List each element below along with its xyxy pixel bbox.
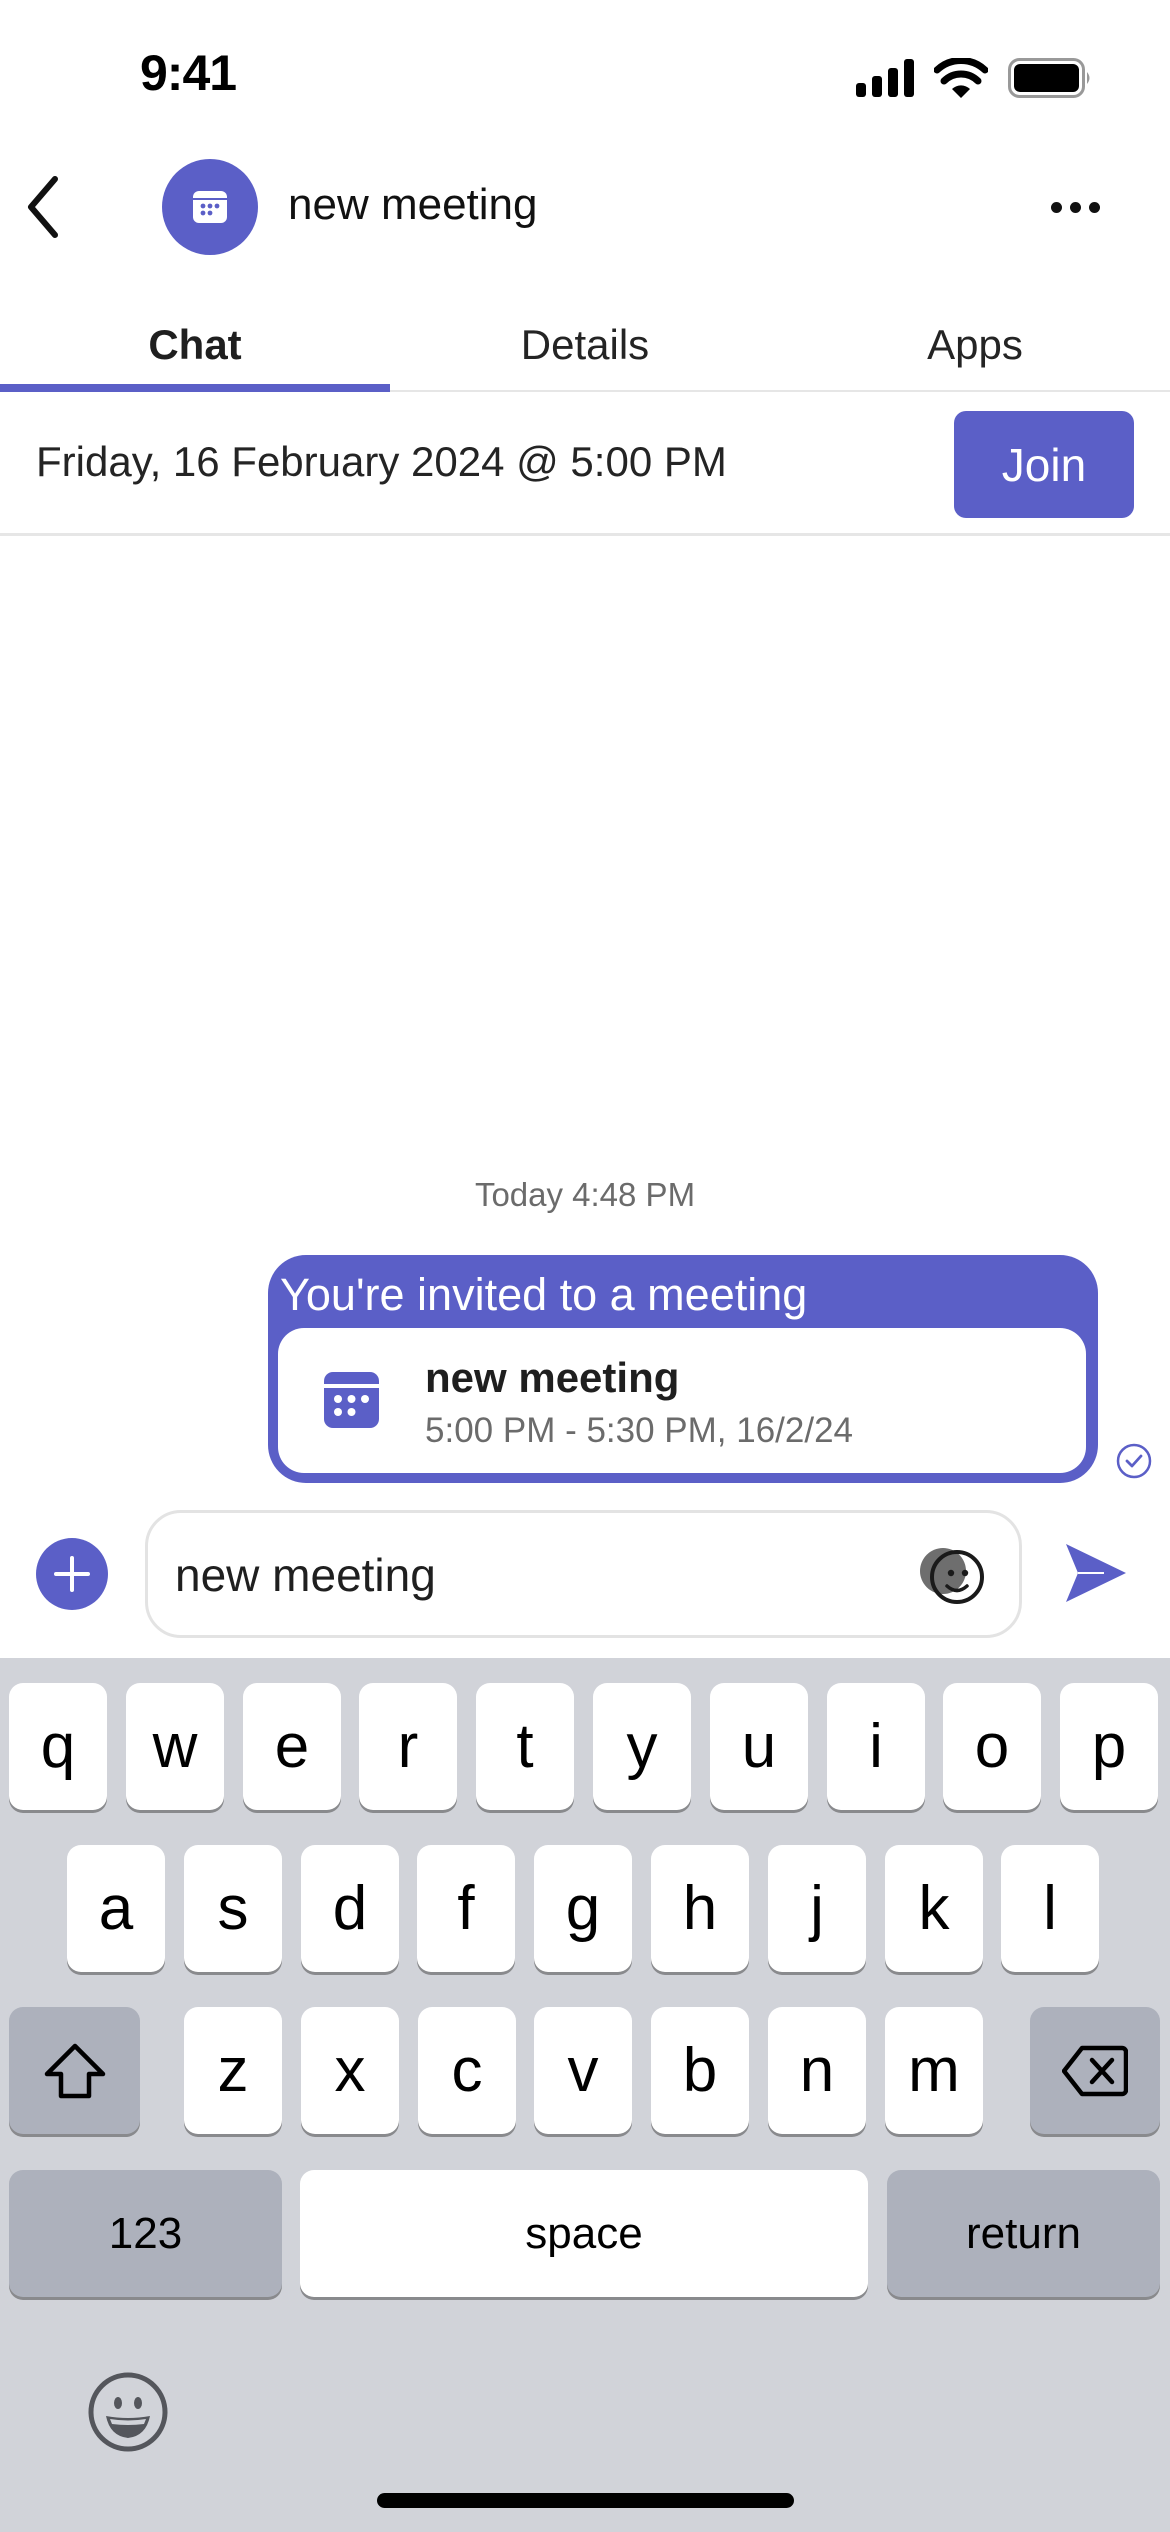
- tab-chat[interactable]: Chat: [0, 300, 390, 392]
- key-g[interactable]: g: [534, 1845, 632, 1972]
- shift-key[interactable]: [9, 2007, 140, 2134]
- tab-bar: Chat Details Apps: [0, 300, 1170, 392]
- shift-icon: [44, 2043, 105, 2098]
- key-n[interactable]: n: [768, 2007, 866, 2134]
- send-button[interactable]: [1060, 1540, 1130, 1606]
- key-w[interactable]: w: [126, 1683, 224, 1810]
- invite-heading: You're invited to a meeting: [280, 1269, 808, 1320]
- compose-box: [145, 1510, 1022, 1638]
- invite-card-title: new meeting: [425, 1354, 680, 1401]
- send-icon: [1066, 1544, 1126, 1602]
- calendar-icon: [193, 191, 227, 223]
- invite-card-time: 5:00 PM - 5:30 PM, 16/2/24: [425, 1411, 854, 1450]
- key-j[interactable]: j: [768, 1845, 866, 1972]
- key-p[interactable]: p: [1060, 1683, 1158, 1810]
- key-f[interactable]: f: [417, 1845, 515, 1972]
- home-indicator[interactable]: [377, 2493, 794, 2508]
- emoji-picker-icon: [920, 1548, 984, 1604]
- message-timestamp: Today 4:48 PM: [474, 1176, 696, 1213]
- chat-title[interactable]: new meeting: [288, 180, 537, 230]
- return-key[interactable]: return: [887, 2170, 1160, 2297]
- key-v[interactable]: v: [534, 2007, 632, 2134]
- join-button[interactable]: Join: [954, 411, 1134, 518]
- battery-icon: [1008, 58, 1090, 98]
- key-x[interactable]: x: [301, 2007, 399, 2134]
- key-l[interactable]: l: [1001, 1845, 1099, 1972]
- key-b[interactable]: b: [651, 2007, 749, 2134]
- delete-key[interactable]: [1030, 2007, 1160, 2134]
- key-c[interactable]: c: [418, 2007, 516, 2134]
- message-bubble[interactable]: You're invited to a meeting new meeting …: [268, 1255, 1098, 1483]
- backspace-icon: [1062, 2045, 1128, 2096]
- back-button[interactable]: [18, 172, 68, 242]
- read-receipt-check-icon: [1116, 1443, 1152, 1479]
- message-input[interactable]: [175, 1537, 875, 1613]
- meeting-date: Friday, 16 February 2024 @ 5:00 PM: [36, 438, 727, 485]
- tab-apps[interactable]: Apps: [780, 300, 1170, 390]
- key-d[interactable]: d: [301, 1845, 399, 1972]
- emoji-keyboard-icon: [88, 2372, 168, 2452]
- key-o[interactable]: o: [943, 1683, 1041, 1810]
- meeting-info-bar: Friday, 16 February 2024 @ 5:00 PM Join: [0, 394, 1170, 536]
- space-key[interactable]: space: [300, 2170, 868, 2297]
- tab-details[interactable]: Details: [390, 300, 780, 390]
- key-q[interactable]: q: [9, 1683, 107, 1810]
- key-e[interactable]: e: [243, 1683, 341, 1810]
- emoji-picker-button[interactable]: [913, 1537, 993, 1617]
- numbers-key[interactable]: 123: [9, 2170, 282, 2297]
- key-r[interactable]: r: [359, 1683, 457, 1810]
- key-t[interactable]: t: [476, 1683, 574, 1810]
- key-k[interactable]: k: [885, 1845, 983, 1972]
- more-options-button[interactable]: [1040, 185, 1110, 229]
- key-m[interactable]: m: [885, 2007, 983, 2134]
- meeting-invite-card[interactable]: new meeting 5:00 PM - 5:30 PM, 16/2/24: [278, 1328, 1086, 1473]
- key-y[interactable]: y: [593, 1683, 691, 1810]
- key-h[interactable]: h: [651, 1845, 749, 1972]
- plus-icon: [54, 1556, 90, 1592]
- wifi-icon: [934, 58, 988, 98]
- status-time: 9:41: [140, 45, 237, 101]
- keyboard: qwertyuiop asdfghjkl zxcvbnm 123 space r…: [0, 1658, 1170, 2532]
- key-s[interactable]: s: [184, 1845, 282, 1972]
- chevron-left-icon: [28, 176, 58, 238]
- cellular-signal-icon: [856, 59, 914, 97]
- add-attachment-button[interactable]: [36, 1538, 108, 1610]
- calendar-icon: [324, 1372, 379, 1428]
- key-z[interactable]: z: [184, 2007, 282, 2134]
- key-i[interactable]: i: [827, 1683, 925, 1810]
- emoji-keyboard-button[interactable]: [86, 2370, 170, 2454]
- key-u[interactable]: u: [710, 1683, 808, 1810]
- key-a[interactable]: a: [67, 1845, 165, 1972]
- more-horizontal-icon: [1050, 201, 1062, 213]
- meeting-avatar[interactable]: [162, 159, 258, 255]
